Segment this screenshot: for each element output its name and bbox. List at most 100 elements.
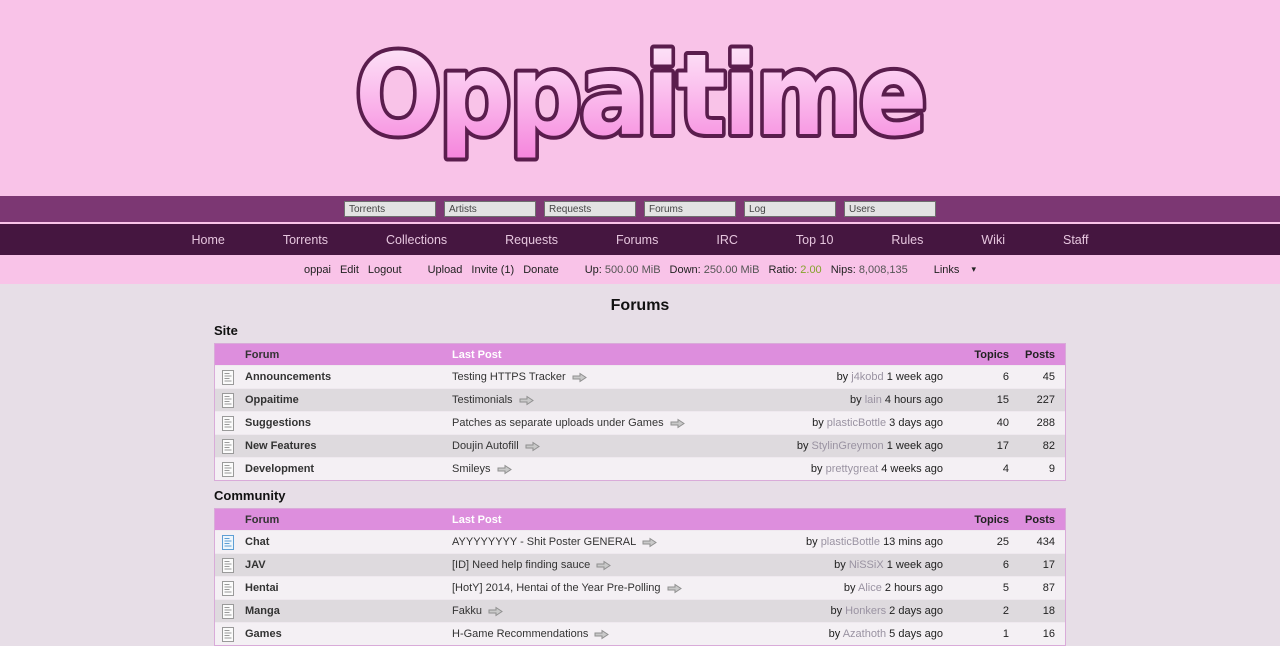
topics-count: 2 xyxy=(957,605,1009,617)
download-stat-value: 250.00 MiB xyxy=(704,264,760,276)
goto-last-post-icon[interactable] xyxy=(596,560,611,571)
goto-last-post-icon[interactable] xyxy=(667,583,682,594)
last-post-link[interactable]: Fakku xyxy=(452,605,482,617)
forums-search-input[interactable] xyxy=(644,201,736,217)
last-post-link[interactable]: AYYYYYYYY - Shit Poster GENERAL xyxy=(452,536,636,548)
last-post-cell: [ID] Need help finding sauce by NiSSiX 1… xyxy=(452,559,957,571)
forum-link[interactable]: JAV xyxy=(245,559,452,571)
logout-link[interactable]: Logout xyxy=(368,264,402,276)
forum-link[interactable]: Manga xyxy=(245,605,452,617)
last-post-time: 4 hours ago xyxy=(885,394,943,406)
user-link[interactable]: prettygreat xyxy=(826,463,879,475)
user-link[interactable]: lain xyxy=(865,394,882,406)
last-post-cell: [HotY] 2014, Hentai of the Year Pre-Poll… xyxy=(452,582,957,594)
topics-count: 17 xyxy=(957,440,1009,452)
last-post-link[interactable]: Testimonials xyxy=(452,394,513,406)
forum-link[interactable]: New Features xyxy=(245,440,452,452)
forum-status-icon-wrap xyxy=(215,604,245,619)
last-post-link[interactable]: Testing HTTPS Tracker xyxy=(452,371,566,383)
last-post-link[interactable]: H-Game Recommendations xyxy=(452,628,588,640)
forum-link[interactable]: Development xyxy=(245,463,452,475)
username-link[interactable]: oppai xyxy=(304,264,331,276)
last-post-title-group: Testing HTTPS Tracker xyxy=(452,371,587,383)
last-post-cell: H-Game Recommendations by Azathoth 5 day… xyxy=(452,628,957,640)
goto-last-post-icon[interactable] xyxy=(642,537,657,548)
last-post-link[interactable]: Smileys xyxy=(452,463,491,475)
last-post-link[interactable]: [ID] Need help finding sauce xyxy=(452,559,590,571)
last-post-time: 1 week ago xyxy=(887,559,943,571)
nav-item-requests[interactable]: Requests xyxy=(476,233,587,247)
goto-last-post-icon[interactable] xyxy=(525,441,540,452)
forum-status-icon-wrap xyxy=(215,393,245,408)
user-link[interactable]: j4kobd xyxy=(851,371,883,383)
forum-status-icon-wrap xyxy=(215,416,245,431)
links-dropdown[interactable]: Links ▾ xyxy=(934,264,976,276)
nav-item-wiki[interactable]: Wiki xyxy=(952,233,1034,247)
forum-status-icon-wrap xyxy=(215,581,245,596)
user-link[interactable]: StylinGreymon xyxy=(812,440,884,452)
last-post-link[interactable]: Patches as separate uploads under Games xyxy=(452,417,664,429)
last-post-link[interactable]: Doujin Autofill xyxy=(452,440,519,452)
artists-search-input[interactable] xyxy=(444,201,536,217)
user-link[interactable]: NiSSiX xyxy=(849,559,884,571)
last-post-byline: by lain 4 hours ago xyxy=(850,394,943,406)
oppaitime-logo[interactable]: Oppaitime xyxy=(340,28,940,168)
posts-count: 9 xyxy=(1009,463,1065,475)
posts-count: 227 xyxy=(1009,394,1065,406)
user-bar: oppai Edit Logout Upload Invite (1) Dona… xyxy=(0,255,1280,284)
forum-link[interactable]: Chat xyxy=(245,536,452,548)
upload-link[interactable]: Upload xyxy=(428,264,463,276)
last-post-title-group: Doujin Autofill xyxy=(452,440,540,452)
user-link[interactable]: Honkers xyxy=(845,605,886,617)
users-search-input[interactable] xyxy=(844,201,936,217)
torrents-search-input[interactable] xyxy=(344,201,436,217)
donate-link[interactable]: Donate xyxy=(523,264,558,276)
forum-link[interactable]: Games xyxy=(245,628,452,640)
topics-count: 15 xyxy=(957,394,1009,406)
goto-last-post-icon[interactable] xyxy=(497,464,512,475)
edit-link[interactable]: Edit xyxy=(340,264,359,276)
forum-status-icon-wrap xyxy=(215,535,245,550)
community-forum-table: Forum Last Post Topics Posts Chat AYYYYY… xyxy=(214,508,1066,646)
user-link[interactable]: plasticBottle xyxy=(827,417,886,429)
by-label: by xyxy=(837,371,849,383)
forum-status-icon-wrap xyxy=(215,462,245,477)
forum-link[interactable]: Suggestions xyxy=(245,417,452,429)
table-row: Hentai [HotY] 2014, Hentai of the Year P… xyxy=(215,576,1065,599)
goto-last-post-icon[interactable] xyxy=(572,372,587,383)
last-post-byline: by prettygreat 4 weeks ago xyxy=(811,463,943,475)
forum-link[interactable]: Oppaitime xyxy=(245,394,452,406)
nav-item-torrents[interactable]: Torrents xyxy=(254,233,357,247)
forum-link[interactable]: Announcements xyxy=(245,371,452,383)
user-link[interactable]: Azathoth xyxy=(843,628,886,640)
links-dropdown-label[interactable]: Links xyxy=(934,264,960,276)
nav-item-irc[interactable]: IRC xyxy=(687,233,767,247)
posts-count: 87 xyxy=(1009,582,1065,594)
last-post-byline: by Azathoth 5 days ago xyxy=(829,628,943,640)
main-nav: Home Torrents Collections Requests Forum… xyxy=(0,224,1280,255)
nav-item-forums[interactable]: Forums xyxy=(587,233,687,247)
last-post-title-group: Patches as separate uploads under Games xyxy=(452,417,685,429)
nav-item-top10[interactable]: Top 10 xyxy=(767,233,863,247)
nav-item-rules[interactable]: Rules xyxy=(862,233,952,247)
forum-link[interactable]: Hentai xyxy=(245,582,452,594)
topics-count: 6 xyxy=(957,371,1009,383)
nav-item-staff[interactable]: Staff xyxy=(1034,233,1117,247)
log-search-input[interactable] xyxy=(744,201,836,217)
nav-item-home[interactable]: Home xyxy=(163,233,254,247)
nav-item-collections[interactable]: Collections xyxy=(357,233,476,247)
goto-last-post-icon[interactable] xyxy=(519,395,534,406)
requests-search-input[interactable] xyxy=(544,201,636,217)
invite-link[interactable]: Invite (1) xyxy=(471,264,514,276)
last-post-link[interactable]: [HotY] 2014, Hentai of the Year Pre-Poll… xyxy=(452,582,661,594)
nips-stat-value: 8,008,135 xyxy=(859,264,908,276)
last-post-byline: by StylinGreymon 1 week ago xyxy=(797,440,943,452)
user-link[interactable]: plasticBottle xyxy=(821,536,880,548)
goto-last-post-icon[interactable] xyxy=(670,418,685,429)
stats-group: Up: 500.00 MiB Down: 250.00 MiB Ratio: 2… xyxy=(585,264,908,276)
goto-last-post-icon[interactable] xyxy=(488,606,503,617)
posts-count: 17 xyxy=(1009,559,1065,571)
user-link[interactable]: Alice xyxy=(858,582,882,594)
goto-last-post-icon[interactable] xyxy=(594,629,609,640)
table-row: Oppaitime Testimonials by lain 4 hours a… xyxy=(215,388,1065,411)
